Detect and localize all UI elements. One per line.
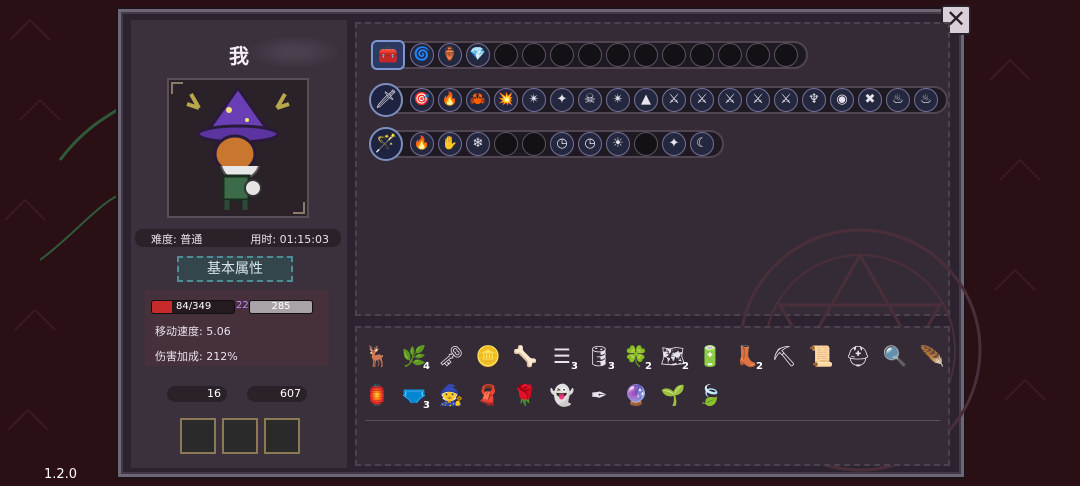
item-count: 3 — [571, 361, 578, 372]
chest-icon[interactable]: 🧰 — [371, 40, 405, 70]
empty-slot[interactable] — [718, 43, 742, 67]
item-count: 3 — [423, 400, 430, 411]
character-portrait — [167, 78, 309, 218]
empty-slot[interactable] — [746, 43, 770, 67]
slash-icon[interactable]: ⚔ — [718, 88, 742, 112]
lantern-icon[interactable]: 🏮 — [362, 380, 392, 410]
rose-icon[interactable]: 🌹 — [510, 380, 540, 410]
stats-box: ❤ 84/349 22 285 移动速度: 5.06 伤害加成: 212% — [145, 290, 329, 366]
clock-icon[interactable]: ◷ — [578, 132, 602, 156]
flame-burst-icon[interactable]: 💥 — [494, 88, 518, 112]
glove-icon[interactable]: ✋ — [438, 132, 462, 156]
star-icon[interactable]: ✦ — [550, 88, 574, 112]
slash-icon[interactable]: ⚔ — [690, 88, 714, 112]
empty-slot[interactable] — [578, 43, 602, 67]
empty-slot[interactable] — [550, 43, 574, 67]
sprout-icon[interactable]: 🌱 — [658, 380, 688, 410]
exp-bar: 285 — [249, 300, 313, 314]
equip-slot-3[interactable] — [264, 418, 300, 454]
empty-slot[interactable] — [606, 43, 630, 67]
sun-icon[interactable]: ☀ — [606, 132, 630, 156]
equip-slot-2[interactable] — [222, 418, 258, 454]
damage-bonus-stat: 伤害加成: 212% — [155, 350, 238, 363]
item-count: 2 — [756, 361, 763, 372]
tab-basic-attributes[interactable]: 基本属性 — [177, 256, 293, 282]
battery-icon[interactable]: 🔋 — [695, 341, 725, 371]
empty-slot[interactable] — [662, 43, 686, 67]
target-icon[interactable]: 🎯 — [410, 88, 434, 112]
scarf-icon[interactable]: 🧣 — [473, 380, 503, 410]
item-count: 3 — [608, 361, 615, 372]
empty-slot[interactable] — [522, 132, 546, 156]
gold-count: 607 — [247, 386, 307, 402]
staff-weapon-icon[interactable]: 🗡 — [369, 83, 403, 117]
coin-icon[interactable]: 🪙 — [473, 341, 503, 371]
fire-orb-icon[interactable]: 🔮 — [621, 380, 651, 410]
item-count: 4 — [423, 361, 430, 372]
star-icon[interactable]: ✦ — [662, 132, 686, 156]
clock-icon[interactable]: ◷ — [550, 132, 574, 156]
slash-icon[interactable]: ⚔ — [774, 88, 798, 112]
eye-icon[interactable]: ◉ — [830, 88, 854, 112]
wing-icon[interactable]: 🪶 — [917, 341, 947, 371]
quad-icon[interactable]: ✴ — [522, 88, 546, 112]
ghost-icon[interactable]: 👻 — [547, 380, 577, 410]
character-name: 我 — [229, 44, 249, 68]
version-label: 1.2.0 — [44, 467, 78, 482]
helmet-icon[interactable]: ⛑ — [843, 341, 873, 371]
swirl-icon[interactable]: 🌀 — [410, 43, 434, 67]
gem-icon[interactable]: 💎 — [466, 43, 490, 67]
shield-value: 22 — [236, 300, 249, 311]
empty-slot[interactable] — [634, 132, 658, 156]
character-panel: 我 难度: 普通 用时: 01:15:03 基本属性 ❤ 84/349 22 2… — [131, 20, 347, 468]
crystal-icon[interactable]: ❄ — [466, 132, 490, 156]
feather-pen-icon[interactable]: ✒ — [584, 380, 614, 410]
witch-hat-icon[interactable]: 🧙 — [436, 380, 466, 410]
horn-icon[interactable]: ♆ — [802, 88, 826, 112]
slash-icon[interactable]: ⚔ — [746, 88, 770, 112]
ember-icon[interactable]: ♨ — [914, 88, 938, 112]
equip-slot-1[interactable] — [180, 418, 216, 454]
scroll-icon[interactable]: 📜 — [806, 341, 836, 371]
moon-icon[interactable]: ☾ — [690, 132, 714, 156]
cross-icon[interactable]: ✖ — [858, 88, 882, 112]
hp-value: 84/349 — [176, 301, 212, 312]
antler-icon[interactable]: 🦌 — [362, 341, 392, 371]
leaf-icon[interactable]: 🍃 — [695, 380, 725, 410]
hp-fill — [152, 301, 172, 313]
time-label: 用时: 01:15:03 — [250, 233, 329, 246]
bone-icon[interactable]: 🦴 — [510, 341, 540, 371]
key-icon[interactable]: 🗝 — [436, 341, 466, 371]
claw-icon[interactable]: 🦀 — [466, 88, 490, 112]
empty-slot[interactable] — [774, 43, 798, 67]
wizard-character-icon — [186, 85, 290, 210]
inventory-divider — [365, 420, 940, 421]
quad-icon[interactable]: ✴ — [606, 88, 630, 112]
empty-slot[interactable] — [634, 43, 658, 67]
fire-arrow-icon[interactable]: 🔥 — [410, 132, 434, 156]
empty-slot[interactable] — [522, 43, 546, 67]
move-speed-stat: 移动速度: 5.06 — [155, 325, 231, 338]
empty-slot[interactable] — [494, 43, 518, 67]
hp-bar: 84/349 — [151, 300, 235, 314]
skull-icon[interactable]: ☠ — [578, 88, 602, 112]
magnifier-icon[interactable]: 🔍 — [880, 341, 910, 371]
wand-weapon-icon[interactable]: 🪄 — [369, 127, 403, 161]
difficulty-label: 难度: 普通 — [151, 233, 203, 246]
pickaxe-icon[interactable]: ⛏ — [769, 341, 799, 371]
keys-count: 16 — [167, 386, 227, 402]
item-count: 2 — [682, 361, 689, 372]
empty-slot[interactable] — [690, 43, 714, 67]
rock-icon[interactable]: ▲ — [634, 88, 658, 112]
ember-icon[interactable]: ♨ — [886, 88, 910, 112]
item-count: 2 — [645, 361, 652, 372]
info-bar: 难度: 普通 用时: 01:15:03 — [135, 229, 341, 247]
empty-slot[interactable] — [494, 132, 518, 156]
slash-icon[interactable]: ⚔ — [662, 88, 686, 112]
jar-icon[interactable]: 🏺 — [438, 43, 462, 67]
fire-arrow-icon[interactable]: 🔥 — [438, 88, 462, 112]
